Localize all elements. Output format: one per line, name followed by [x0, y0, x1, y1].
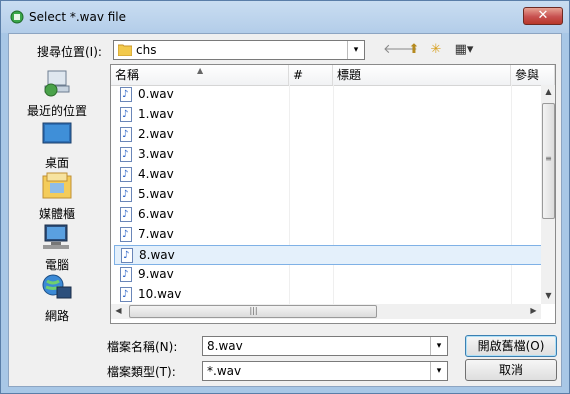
- sort-ascending-icon: ▲: [197, 66, 204, 75]
- column-header-label: 參與: [515, 68, 540, 82]
- scroll-right-icon[interactable]: ▶: [526, 306, 541, 315]
- list-item[interactable]: ♪ 7.wav: [114, 225, 543, 245]
- horizontal-scrollbar[interactable]: ◀ ||| ▶: [111, 304, 541, 319]
- look-in-value: chs: [136, 43, 157, 57]
- look-in-label: 搜尋位置(I):: [37, 45, 102, 59]
- file-name: 0.wav: [138, 87, 174, 101]
- scroll-up-icon[interactable]: ▲: [541, 87, 555, 96]
- audio-file-icon: ♪: [120, 287, 132, 302]
- column-header-label: #: [293, 68, 304, 82]
- file-name-value: 8.wav: [207, 339, 243, 353]
- folder-icon: [118, 44, 132, 56]
- audio-file-icon: ♪: [120, 267, 132, 282]
- file-name: 4.wav: [138, 167, 174, 181]
- file-name: 7.wav: [138, 227, 174, 241]
- title-bar: Select *.wav file ✕: [1, 1, 569, 33]
- list-item[interactable]: ♪ 8.wav: [114, 245, 543, 265]
- audio-file-icon: ♪: [120, 127, 132, 142]
- chevron-down-icon[interactable]: ▾: [430, 362, 447, 380]
- column-header-label: 標題: [337, 68, 362, 82]
- place-recent[interactable]: 最近的位置: [17, 68, 97, 119]
- chevron-down-icon[interactable]: ▾: [347, 41, 364, 59]
- app-icon: [10, 10, 24, 24]
- scroll-left-icon[interactable]: ◀: [111, 306, 126, 315]
- up-folder-icon[interactable]: ⬆: [405, 40, 423, 60]
- chevron-down-icon[interactable]: ▾: [430, 337, 447, 355]
- file-type-value: *.wav: [207, 364, 242, 378]
- file-name-label: 檔案名稱(N):: [107, 340, 178, 354]
- audio-file-icon: ♪: [120, 107, 132, 122]
- list-item[interactable]: ♪ 5.wav: [114, 185, 543, 205]
- file-list: 名稱 ▲ # 標題 參與 ♪ 0.wav ♪ 1.wav ♪ 2.wav ♪ 3.wav ♪ 4.…: [110, 64, 556, 324]
- file-type-combobox[interactable]: *.wav ▾: [202, 361, 448, 381]
- views-menu-icon[interactable]: ▦▾: [451, 40, 477, 60]
- audio-file-icon: ♪: [120, 207, 132, 222]
- places-bar: 最近的位置 桌面 媒體櫃 電腦 網路: [17, 64, 107, 323]
- place-desktop[interactable]: 桌面: [17, 120, 97, 171]
- network-icon: [42, 274, 72, 299]
- column-header-label: 名稱: [115, 68, 140, 82]
- place-network[interactable]: 網路: [17, 273, 97, 324]
- place-label: 媒體櫃: [38, 207, 75, 221]
- column-header-number[interactable]: #: [289, 65, 333, 85]
- file-name: 9.wav: [138, 267, 174, 281]
- new-folder-icon[interactable]: ✳: [427, 40, 445, 60]
- list-item[interactable]: ♪ 3.wav: [114, 145, 543, 165]
- place-label: 桌面: [44, 156, 69, 170]
- column-header-bar: 名稱 ▲ # 標題 參與: [111, 65, 555, 86]
- cancel-button[interactable]: 取消: [465, 359, 557, 381]
- file-dialog-window: Select *.wav file ✕ 搜尋位置(I): chs ▾ 🡐 ⬆ ✳…: [0, 0, 570, 394]
- file-name: 10.wav: [138, 287, 182, 301]
- vertical-scrollbar[interactable]: ▲ ≡ ▼: [541, 85, 555, 304]
- place-label: 電腦: [44, 258, 69, 272]
- scroll-grip-icon: |||: [249, 306, 258, 315]
- scroll-grip-icon: ≡: [545, 154, 552, 163]
- place-libraries[interactable]: 媒體櫃: [17, 171, 97, 222]
- list-item[interactable]: ♪ 6.wav: [114, 205, 543, 225]
- list-item[interactable]: ♪ 1.wav: [114, 105, 543, 125]
- file-name: 3.wav: [138, 147, 174, 161]
- file-name: 1.wav: [138, 107, 174, 121]
- file-name: 8.wav: [139, 248, 175, 262]
- open-button[interactable]: 開啟舊檔(O): [465, 335, 557, 357]
- audio-file-icon: ♪: [120, 227, 132, 242]
- audio-file-icon: ♪: [120, 147, 132, 162]
- audio-file-icon: ♪: [120, 187, 132, 202]
- computer-icon: [43, 224, 69, 249]
- list-item[interactable]: ♪ 0.wav: [114, 85, 543, 105]
- close-button[interactable]: ✕: [523, 7, 563, 25]
- list-item[interactable]: ♪ 2.wav: [114, 125, 543, 145]
- place-computer[interactable]: 電腦: [17, 222, 97, 273]
- file-name: 6.wav: [138, 207, 174, 221]
- column-header-name[interactable]: 名稱 ▲: [111, 65, 289, 85]
- file-name-combobox[interactable]: 8.wav ▾: [202, 336, 448, 356]
- list-item[interactable]: ♪ 10.wav: [114, 285, 543, 305]
- column-header-title[interactable]: 標題: [333, 65, 511, 85]
- audio-file-icon: ♪: [121, 248, 133, 263]
- window-title: Select *.wav file: [29, 10, 127, 24]
- dialog-client: 搜尋位置(I): chs ▾ 🡐 ⬆ ✳ ▦▾ 最近的位置 桌面 媒體櫃 電腦 …: [8, 33, 562, 387]
- audio-file-icon: ♪: [120, 87, 132, 102]
- libraries-icon: [42, 172, 72, 199]
- close-icon: ✕: [537, 8, 549, 23]
- place-label: 網路: [44, 309, 69, 323]
- place-label: 最近的位置: [26, 104, 87, 118]
- column-header-more[interactable]: 參與: [511, 65, 555, 85]
- list-item[interactable]: ♪ 9.wav: [114, 265, 543, 285]
- list-item[interactable]: ♪ 4.wav: [114, 165, 543, 185]
- desktop-icon: [42, 122, 72, 144]
- look-in-combobox[interactable]: chs ▾: [113, 40, 365, 60]
- back-icon[interactable]: 🡐: [383, 40, 418, 60]
- scroll-down-icon[interactable]: ▼: [541, 291, 555, 300]
- file-type-label: 檔案類型(T):: [107, 365, 176, 379]
- file-name: 5.wav: [138, 187, 174, 201]
- audio-file-icon: ♪: [120, 167, 132, 182]
- recent-places-icon: [44, 70, 70, 97]
- file-name: 2.wav: [138, 127, 174, 141]
